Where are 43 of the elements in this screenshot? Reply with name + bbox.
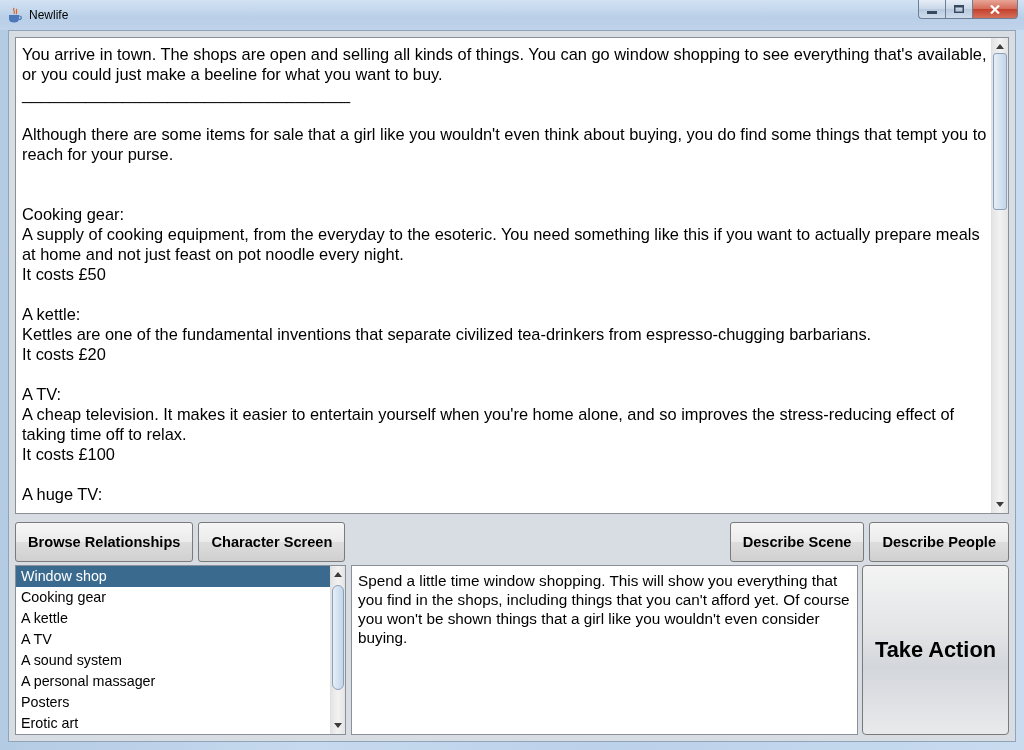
- action-list-item[interactable]: Cooking gear: [16, 587, 330, 608]
- item-price: It costs £50: [22, 264, 107, 284]
- item-description: A cheap television. It makes it easier to entertain yourself when you're home alone, and so improves the stress-reducing effect of taking time off to relax.: [22, 404, 956, 444]
- close-button[interactable]: [972, 0, 1018, 19]
- item-price: It costs £100: [22, 444, 116, 464]
- action-list-item[interactable]: A kettle: [16, 608, 330, 629]
- coffee-cup-icon: [8, 7, 22, 23]
- close-icon: [990, 4, 1000, 14]
- item-name: A TV:: [22, 384, 63, 404]
- minimize-icon: [927, 10, 937, 14]
- item-price: It costs £20: [22, 344, 107, 364]
- story-paragraph: You arrive in town. The shops are open and selling all kinds of things. You can go window shopping to see everything that's available, or you could just make a beeline for what you want to buy.: [22, 44, 988, 84]
- item-name: Cooking gear:: [22, 204, 126, 224]
- maximize-icon: [954, 5, 964, 13]
- take-action-button[interactable]: Take Action: [862, 565, 1009, 735]
- window-title: Newlife: [29, 8, 69, 22]
- story-paragraph: Although there are some items for sale that a girl like you wouldn't even think about buying, you do find some things that tempt you to reach for your purse.: [22, 124, 988, 164]
- action-list-item[interactable]: Erotic art: [16, 713, 330, 734]
- toolbar-button[interactable]: Describe People: [869, 522, 1009, 562]
- toolbar-button[interactable]: Browse Relationships: [15, 522, 194, 562]
- item-name: A huge TV:: [22, 484, 104, 504]
- action-list-item[interactable]: Window shop: [16, 566, 330, 587]
- scroll-down-icon[interactable]: [996, 502, 1004, 507]
- divider-line: ____________________________________: [22, 84, 352, 104]
- scrollbar[interactable]: [330, 566, 345, 734]
- action-list-item[interactable]: A sound system: [16, 650, 330, 671]
- action-list-item[interactable]: A personal massager: [16, 671, 330, 692]
- toolbar-button[interactable]: Describe Scene: [729, 522, 865, 562]
- scroll-up-icon[interactable]: [334, 572, 342, 577]
- toolbar-button[interactable]: Character Screen: [198, 522, 346, 562]
- minimize-button[interactable]: [918, 0, 945, 19]
- scrollbar-thumb[interactable]: [993, 53, 1007, 210]
- action-list-item[interactable]: Posters: [16, 692, 330, 713]
- scrollbar-thumb[interactable]: [332, 585, 344, 690]
- scrollbar[interactable]: [991, 38, 1008, 513]
- action-list-item[interactable]: A TV: [16, 629, 330, 650]
- item-name: A kettle:: [22, 304, 82, 324]
- scroll-up-icon[interactable]: [996, 44, 1004, 49]
- item-description: Kettles are one of the fundamental inventions that separate civilized tea-drinkers from espresso-chugging barbarians.: [22, 324, 873, 344]
- scroll-down-icon[interactable]: [334, 723, 342, 728]
- maximize-button[interactable]: [945, 0, 972, 19]
- action-description: Spend a little time window shopping. This will show you everything that you find in the shops, including things that you can't afford yet. Of course you won't be shown things that a girl like you wouldn't even consider buying.: [358, 571, 851, 647]
- item-description: A supply of cooking equipment, from the everyday to the esoteric. You need something like this if you want to actually prepare meals at home and not just feast on pot noodle every night.: [22, 224, 981, 264]
